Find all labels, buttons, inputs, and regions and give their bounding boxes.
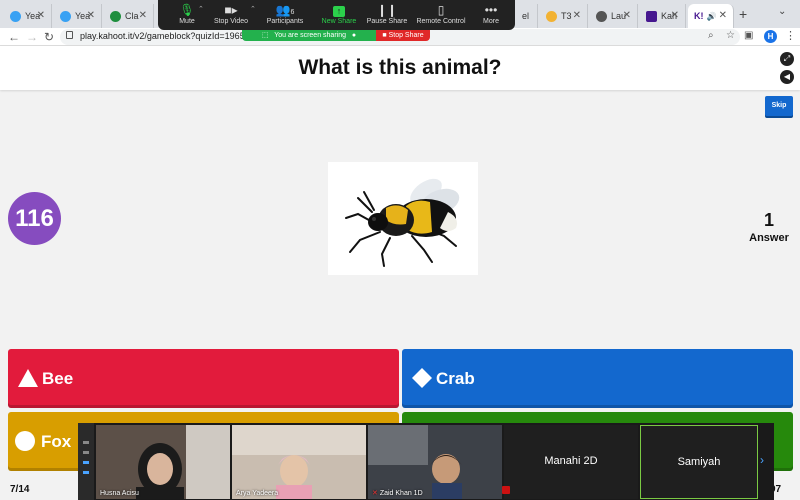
tab-favicon-icon	[60, 10, 71, 22]
mic-muted-icon	[502, 486, 510, 494]
back-icon[interactable]: ←	[8, 28, 20, 46]
tab-search-icon[interactable]: ⌄	[778, 6, 786, 17]
tab-favicon-icon	[10, 10, 21, 22]
tab-close-icon[interactable]: ✕	[37, 10, 45, 21]
answer-count-label: Answer	[749, 232, 789, 244]
audio-playing-icon[interactable]: 🔊	[707, 12, 717, 21]
forward-icon[interactable]: →	[26, 28, 38, 46]
countdown-timer: 116	[8, 192, 61, 245]
answer-count: 1	[763, 210, 774, 230]
browser-tab[interactable]: Cla ✕	[104, 4, 154, 28]
video-tile-arya[interactable]: Arya Yadeera	[232, 425, 366, 499]
tab-favicon-icon	[596, 10, 607, 22]
new-tab-icon[interactable]: +	[739, 6, 747, 22]
participants-icon: 👥6	[275, 3, 295, 17]
tab-close-icon[interactable]: ✕	[87, 10, 95, 21]
tab-favicon-icon	[110, 10, 121, 22]
tab-close-icon[interactable]: ✕	[671, 10, 679, 21]
tab-favicon-icon	[546, 10, 557, 22]
stop-share-button[interactable]: ■ Stop Share	[376, 30, 430, 41]
browser-tab[interactable]: Yea ✕	[4, 4, 52, 28]
more-button[interactable]: ••• More	[462, 2, 520, 25]
extensions-icon[interactable]: ▣	[744, 30, 753, 41]
mic-muted-icon: ✕	[372, 490, 378, 497]
skip-button[interactable]: Skip	[765, 96, 793, 116]
more-dots-icon: •••	[484, 3, 498, 17]
tab-close-icon[interactable]: ✕	[623, 10, 631, 21]
fullscreen-icon[interactable]: ⤢	[780, 52, 794, 66]
triangle-icon	[18, 369, 38, 387]
participants-button[interactable]: 👥6 Participants	[256, 2, 314, 25]
video-tile-manahi[interactable]: Manahi 2D	[504, 425, 638, 499]
participant-video-icon	[96, 425, 230, 499]
bookmark-star-icon[interactable]: ☆	[726, 30, 735, 41]
tab-close-icon[interactable]: ✕	[139, 10, 147, 21]
bee-illustration	[345, 178, 460, 267]
browser-tab-active[interactable]: K! 🔊 ✕	[688, 4, 734, 28]
circle-icon	[15, 431, 35, 451]
zoom-search-icon[interactable]: ⌕	[708, 30, 714, 41]
browser-tab[interactable]: Yea ✕	[54, 4, 102, 28]
muted-participant-label: ✕ Zaid Khan 1D	[372, 490, 423, 497]
reload-icon[interactable]: ↻	[44, 28, 54, 46]
url-text[interactable]: play.kahoot.it/v2/gameblock?quizId=1965b…	[80, 31, 255, 41]
question-image-bee	[328, 162, 478, 275]
gallery-next-chevron-icon[interactable]: ›	[760, 453, 764, 467]
video-options-chevron-icon[interactable]: ⌃	[250, 5, 256, 13]
question-title: What is this animal?	[298, 56, 502, 79]
kahoot-favicon-icon	[646, 10, 657, 22]
video-tile-samiyah[interactable]: Samiyah	[640, 425, 758, 499]
pause-share-button[interactable]: ❙❙ Pause Share	[358, 2, 416, 25]
browser-menu-icon[interactable]: ⋮	[785, 29, 796, 42]
answer-option-bee[interactable]: Bee	[8, 349, 399, 408]
question-progress: 7/14	[10, 484, 30, 495]
zoom-video-gallery: Husna Acisu Arya Yadeera ✕ Zaid Khan 1D …	[78, 423, 774, 500]
browser-tab[interactable]: T3 ✕	[540, 4, 588, 28]
answer-option-crab[interactable]: Crab	[402, 349, 793, 408]
share-status-icon: ⬚	[261, 32, 269, 39]
gallery-side-handle[interactable]	[78, 423, 94, 500]
video-tile-zaid[interactable]: ✕ Zaid Khan 1D	[368, 425, 502, 499]
tab-close-icon[interactable]: ✕	[719, 10, 727, 21]
zoom-share-toolbar: 🎙 Mute ⌃ ■▸ Stop Video ⌃ 👥6 Participants…	[158, 0, 515, 30]
participant-video-icon	[368, 425, 502, 499]
screen-sharing-indicator: ⬚ You are screen sharing ●	[242, 30, 376, 41]
browser-tab[interactable]: Lau ✕	[590, 4, 638, 28]
video-tile-husna[interactable]: Husna Acisu	[96, 425, 230, 499]
browser-tab[interactable]: Kah ✕	[640, 4, 686, 28]
lock-icon[interactable]	[66, 31, 73, 39]
profile-avatar[interactable]: H	[764, 30, 777, 43]
participant-video-icon	[232, 425, 366, 499]
stop-square-icon: ■	[382, 32, 387, 39]
shield-check-icon: ●	[351, 32, 357, 39]
volume-icon[interactable]: ◀	[780, 70, 794, 84]
tab-close-icon[interactable]: ✕	[573, 10, 581, 21]
diamond-icon	[412, 368, 432, 388]
question-header: What is this animal?	[0, 46, 800, 90]
pause-icon: ❙❙	[376, 3, 398, 17]
